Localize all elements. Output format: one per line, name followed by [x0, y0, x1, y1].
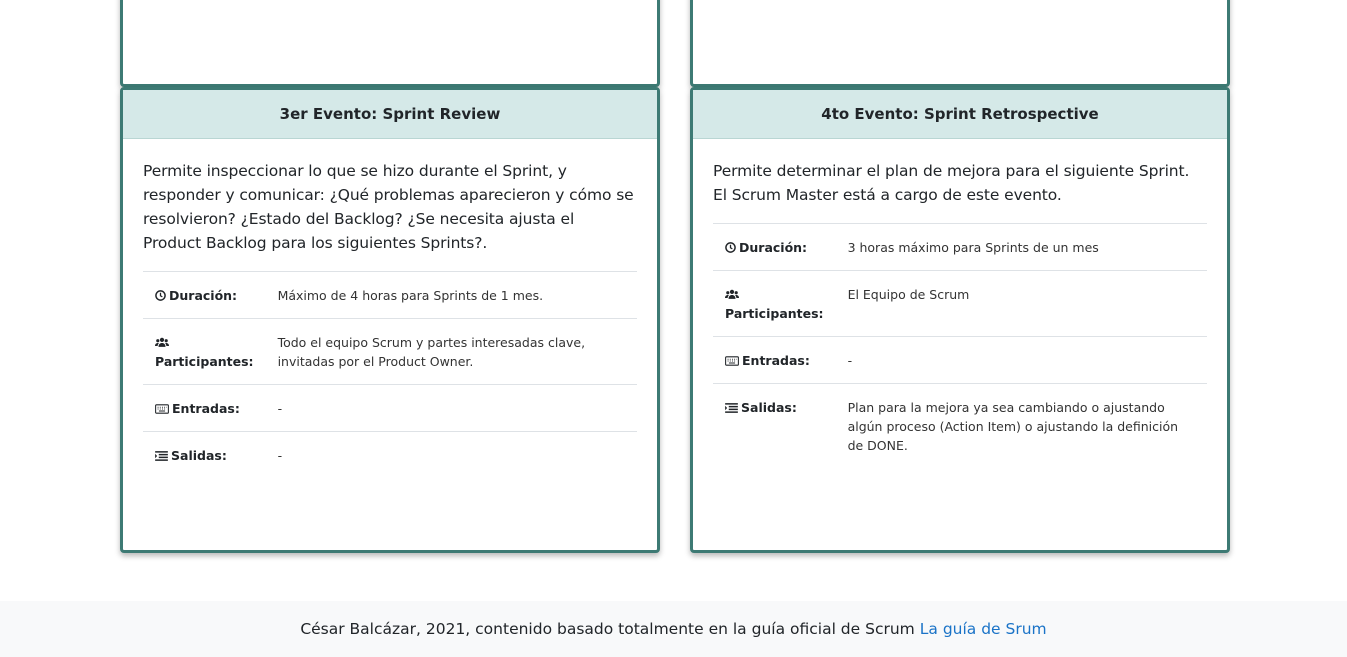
table-row-duracion: Duración: 3 horas máximo para Sprints de…: [713, 223, 1207, 271]
card-title: 4to Evento: Sprint Retrospective: [693, 90, 1227, 139]
footer: César Balcázar, 2021, contenido basado t…: [0, 601, 1347, 657]
scrum-guide-link[interactable]: La guía de Srum: [920, 620, 1047, 638]
table-row-salidas: Salidas: -: [143, 431, 637, 479]
list-icon: [725, 403, 738, 413]
clock-icon: [725, 242, 736, 253]
list-icon: [155, 451, 168, 461]
row-label: Entradas:: [742, 353, 810, 368]
users-icon: [155, 337, 169, 347]
card-title: 3er Evento: Sprint Review: [123, 90, 657, 139]
row-label: Salidas:: [171, 448, 227, 463]
row-value: -: [277, 448, 283, 463]
card-sprint-review: 3er Evento: Sprint Review Permite inspec…: [120, 87, 660, 553]
row-value: Máximo de 4 horas para Sprints de 1 mes.: [277, 288, 544, 303]
footer-text: César Balcázar, 2021, contenido basado t…: [300, 620, 915, 638]
table-row-duracion: Duración: Máximo de 4 horas para Sprints…: [143, 271, 637, 319]
card-previous-right: [690, 0, 1230, 87]
info-table: Duración: Máximo de 4 horas para Sprints…: [143, 271, 637, 478]
table-row-entradas: Entradas: -: [713, 336, 1207, 384]
info-table: Duración: 3 horas máximo para Sprints de…: [713, 223, 1207, 468]
keyboard-icon: [725, 356, 739, 366]
row-label: Duración:: [739, 240, 808, 255]
table-row-entradas: Entradas: -: [143, 384, 637, 432]
users-icon: [725, 289, 739, 299]
card-sprint-retrospective: 4to Evento: Sprint Retrospective Permite…: [690, 87, 1230, 553]
row-value: El Equipo de Scrum: [847, 287, 970, 302]
row-value: 3 horas máximo para Sprints de un mes: [847, 240, 1099, 255]
table-row-participantes: Participantes: El Equipo de Scrum: [713, 270, 1207, 337]
card-description: Permite inspeccionar lo que se hizo dura…: [143, 162, 634, 252]
card-previous-left: [120, 0, 660, 87]
table-row-participantes: Participantes: Todo el equipo Scrum y pa…: [143, 318, 637, 385]
row-label: Salidas:: [741, 400, 797, 415]
row-value: -: [277, 401, 283, 416]
row-label: Participantes:: [155, 354, 254, 369]
card-description: Permite determinar el plan de mejora par…: [713, 162, 1190, 204]
row-label: Entradas:: [172, 401, 240, 416]
row-label: Duración:: [169, 288, 238, 303]
table-row-salidas: Salidas: Plan para la mejora ya sea camb…: [713, 383, 1207, 469]
row-value: Plan para la mejora ya sea cambiando o a…: [847, 400, 1179, 453]
row-value: Todo el equipo Scrum y partes interesada…: [277, 335, 586, 369]
keyboard-icon: [155, 404, 169, 414]
row-label: Participantes:: [725, 306, 824, 321]
clock-icon: [155, 290, 166, 301]
row-value: -: [847, 353, 853, 368]
